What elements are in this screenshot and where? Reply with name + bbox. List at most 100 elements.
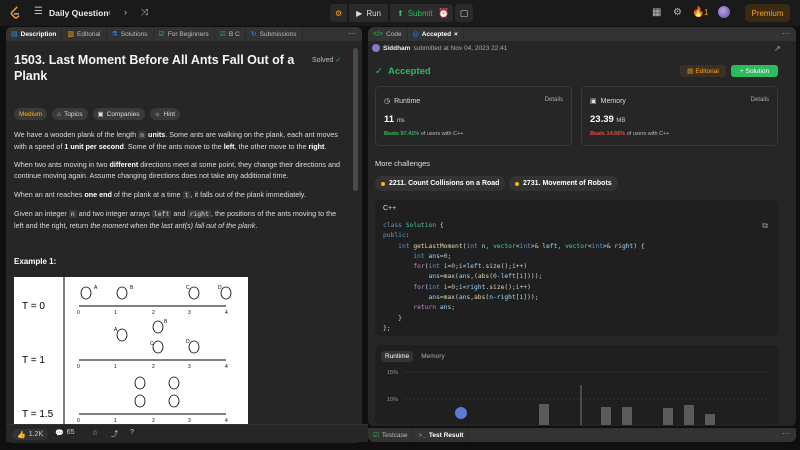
panel-menu-icon[interactable]: ⋯ xyxy=(782,429,790,438)
close-icon[interactable]: × xyxy=(454,31,458,38)
code-icon: </> xyxy=(373,30,384,38)
check-circle-icon: ✓ xyxy=(375,66,383,77)
memory-details-link[interactable]: Details xyxy=(751,97,769,103)
solution-button[interactable]: + Solution xyxy=(731,65,778,77)
check-circle-icon: ✓ xyxy=(335,57,342,64)
layout-icon[interactable]: ▦ xyxy=(652,7,661,18)
streak-count: 1 xyxy=(704,8,709,17)
building-icon: ▣ xyxy=(97,111,104,118)
memory-card[interactable]: ▣ Memory Details 23.39 MB Beats 14.66% of… xyxy=(581,86,778,146)
play-icon: ▶ xyxy=(356,8,363,18)
tab-accepted[interactable]: ◎ Accepted × xyxy=(408,27,464,41)
y-tick-label: 15% xyxy=(387,370,398,376)
svg-text:D: D xyxy=(186,339,190,345)
code-content: class Solution { public: int getLastMome… xyxy=(383,222,645,332)
submit-button[interactable]: ⬆ Submit xyxy=(390,4,440,22)
companies-tag[interactable]: ▣ Companies xyxy=(92,108,145,120)
svg-text:C: C xyxy=(150,341,154,347)
star-icon[interactable]: ☆ xyxy=(92,429,98,437)
plus-icon: + xyxy=(739,67,744,75)
svg-text:2: 2 xyxy=(152,310,155,316)
thumbs-up-icon: 👍 xyxy=(17,431,26,439)
description-footer: 👍 1.2K 💬 65 ☆ ⤴ ? xyxy=(6,424,368,442)
memory-beats: Beats 14.66% of users with C++ xyxy=(590,131,670,137)
lightbulb-icon: ☼ xyxy=(154,110,161,118)
problem-title: 1503. Last Moment Before All Ants Fall O… xyxy=(14,53,295,83)
time-label: T = 1 xyxy=(22,355,45,366)
example-title: Example 1: xyxy=(14,257,57,266)
comments-button[interactable]: 💬 65 xyxy=(55,429,75,437)
tab-test-result[interactable]: >_ Test Result xyxy=(413,428,470,442)
run-button[interactable]: ▶ Run xyxy=(349,4,389,22)
svg-text:3: 3 xyxy=(188,310,191,316)
checkbox-icon: ☑ xyxy=(373,432,379,439)
book-icon: ▤ xyxy=(687,68,694,75)
description-scrollbar[interactable] xyxy=(353,48,358,191)
svg-text:0: 0 xyxy=(77,310,80,316)
accepted-status: ✓ Accepted xyxy=(375,66,431,77)
example-diagram: T = 0 T = 1 T = 1.5 01234 01234 01234 AB… xyxy=(14,277,248,424)
panel-menu-icon[interactable]: ⋯ xyxy=(782,29,790,38)
ant-figures xyxy=(80,286,232,408)
user-avatar[interactable] xyxy=(718,6,730,18)
notes-button[interactable]: ▢ xyxy=(455,4,473,22)
distribution-bar xyxy=(663,408,673,425)
distribution-bar xyxy=(705,414,715,425)
svg-text:C: C xyxy=(186,285,190,291)
fire-icon[interactable]: 🔥 xyxy=(692,7,704,18)
description-paragraph-2: When two ants moving in two different di… xyxy=(14,160,340,180)
description-paragraph-4: Given an integer n and two integer array… xyxy=(14,209,337,230)
submission-info: Siddham submitted at Nov 04, 2023 22:41 xyxy=(372,44,507,52)
y-tick-label: 10% xyxy=(387,397,398,403)
difficulty-badge[interactable]: Medium xyxy=(14,108,48,120)
share-icon[interactable]: ⤴ xyxy=(111,429,118,439)
runtime-card[interactable]: ◷ Runtime Details 11 ms Beats 97.41% of u… xyxy=(375,86,572,146)
user-avatar xyxy=(372,44,380,52)
help-icon[interactable]: ? xyxy=(130,429,134,436)
runtime-details-link[interactable]: Details xyxy=(545,97,563,103)
tab-testcase[interactable]: ☑ Testcase xyxy=(368,428,414,442)
comment-icon: 💬 xyxy=(55,430,64,437)
tab-code[interactable]: </> Code xyxy=(368,27,408,41)
like-button[interactable]: 👍 1.2K xyxy=(12,429,49,440)
problem-tags: Medium ⌂ Topics ▣ Companies ☼ Hint xyxy=(14,108,181,120)
hint-tag[interactable]: ☼ Hint xyxy=(149,108,181,120)
premium-button[interactable]: Premium xyxy=(745,4,790,22)
plank-lines xyxy=(79,305,226,415)
svg-text:4: 4 xyxy=(225,364,228,370)
distribution-bar xyxy=(539,404,549,425)
topics-tag[interactable]: ⌂ Topics xyxy=(52,108,88,120)
terminal-icon: >_ xyxy=(418,431,426,439)
tick-labels: 01234 01234 01234 xyxy=(77,310,228,424)
description-paragraph-1: We have a wooden plank of the length n u… xyxy=(14,130,338,151)
challenge-chip[interactable]: 2211. Count Collisions on a Road xyxy=(375,176,506,191)
console-bar: ☑ Testcase >_ Test Result ⋯ xyxy=(368,428,796,442)
svg-text:1: 1 xyxy=(114,310,117,316)
runtime-value: 11 ms xyxy=(384,114,405,125)
tag-icon: ⌂ xyxy=(57,110,62,118)
distribution-bar xyxy=(601,407,611,425)
settings-icon[interactable]: ⚙ xyxy=(673,7,682,18)
svg-text:A: A xyxy=(94,285,98,291)
solved-status: Solved ✓ xyxy=(312,57,342,64)
timer-button[interactable]: ⏰ xyxy=(435,4,453,22)
svg-text:B: B xyxy=(130,285,134,291)
runtime-distribution-chart: 15% 10% xyxy=(387,370,770,425)
runtime-beats: Beats 97.41% of users with C++ xyxy=(384,131,464,137)
note-icon: ▢ xyxy=(459,7,469,18)
editorial-button[interactable]: ▤ Editorial xyxy=(680,65,726,77)
chip-icon: ▣ xyxy=(590,98,597,105)
ants-diagram-svg: T = 0 T = 1 T = 1.5 01234 01234 01234 AB… xyxy=(22,277,232,424)
performance-chart-card: Runtime Memory 15% 10% xyxy=(375,345,778,425)
ant-labels: ABCD ABC D xyxy=(94,285,222,347)
more-challenges-title: More challenges xyxy=(375,159,431,168)
time-label: T = 0 xyxy=(22,301,45,312)
accepted-icon: ◎ xyxy=(412,31,419,38)
challenge-chip[interactable]: 2731. Movement of Robots xyxy=(509,176,618,191)
copy-icon[interactable]: ⧉ xyxy=(762,221,768,231)
distribution-bars xyxy=(539,404,715,425)
code-block: C++ ⧉ class Solution { public: int getLa… xyxy=(375,200,778,336)
external-link-icon[interactable]: ↗ xyxy=(774,44,781,53)
upload-icon: ⬆ xyxy=(397,8,404,18)
svg-text:2: 2 xyxy=(152,364,155,370)
